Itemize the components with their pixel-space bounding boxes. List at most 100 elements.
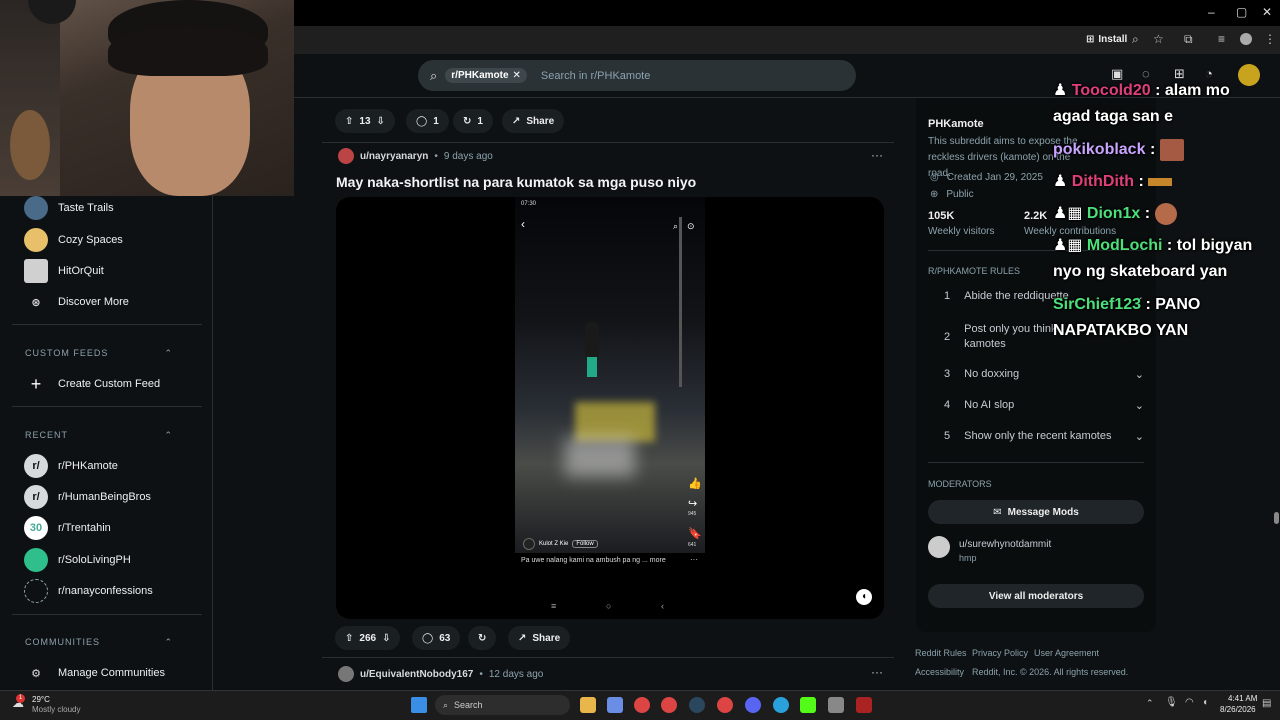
steam-icon[interactable] — [689, 697, 705, 713]
notifications-icon[interactable]: ▤ — [1262, 698, 1271, 709]
install-button[interactable]: ⊞ Install — [1080, 30, 1133, 48]
chrome-icon[interactable] — [634, 697, 650, 713]
search-bar[interactable]: ⌕ r/PHKamote ✕ Search in r/PHKamote — [418, 60, 856, 91]
vote-bar[interactable]: ⇧ 13 ⇩ — [335, 109, 395, 133]
weather-temp[interactable]: 29°C — [32, 695, 50, 704]
channel-avatar[interactable] — [523, 538, 535, 550]
maximize-button[interactable]: ▢ — [1236, 5, 1247, 19]
view-all-moderators-button[interactable]: View all moderators — [928, 584, 1144, 608]
microphone-icon[interactable]: 🎙 — [1165, 697, 1178, 708]
back-arrow-icon[interactable]: ‹ — [521, 217, 525, 231]
message-mods-button[interactable]: ✉ Message Mods — [928, 500, 1144, 524]
dota-icon[interactable] — [856, 697, 872, 713]
comments-button[interactable]: ◯ 63 — [412, 626, 461, 650]
telegram-icon[interactable] — [773, 697, 789, 713]
scrollbar-thumb[interactable] — [1274, 512, 1279, 524]
caption-more-icon[interactable]: ··· — [690, 555, 698, 564]
post-options-icon[interactable]: ··· — [871, 148, 883, 162]
author-avatar[interactable] — [338, 666, 354, 682]
user-avatar[interactable] — [1238, 64, 1260, 86]
author-link[interactable]: u/EquivalentNobody167 — [360, 669, 473, 680]
sidebar-item-hitorquit[interactable]: HitOrQuit — [24, 259, 104, 283]
save-icon[interactable]: 🔖 — [688, 527, 702, 540]
moderator-name[interactable]: u/surewhynotdammit — [959, 539, 1051, 550]
sidebar-item-sololivingph[interactable]: r/SoloLivingPH — [24, 548, 131, 572]
browser-menu-icon[interactable]: ⋮ — [1264, 32, 1276, 46]
windows-start-icon[interactable] — [411, 697, 427, 713]
rule-item[interactable]: 3 No doxxing ⌄ — [944, 368, 1144, 381]
profile-avatar[interactable] — [1240, 33, 1252, 45]
weather-desc[interactable]: Mostly cloudy — [32, 705, 80, 714]
bookmark-star-icon[interactable]: ☆ — [1153, 32, 1164, 46]
sidebar-item-phkamote[interactable]: r/ r/PHKamote — [24, 454, 118, 478]
chrome-icon[interactable] — [661, 697, 677, 713]
chat-message: ♟ DithDith : — [1053, 169, 1173, 195]
post-title[interactable]: May naka-shortlist na para kumatok sa mg… — [336, 174, 696, 190]
minimize-button[interactable]: – — [1208, 5, 1215, 19]
rule-item[interactable]: 5 Show only the recent kamotes ⌄ — [944, 430, 1144, 443]
search-input[interactable]: Search in r/PHKamote — [541, 70, 650, 82]
recent-header[interactable]: RECENT ⌃ — [25, 430, 173, 441]
sidebar-item-discover-more[interactable]: ⊛ Discover More — [24, 290, 129, 314]
kick-icon[interactable] — [800, 697, 816, 713]
accessibility-link[interactable]: Accessibility — [915, 667, 964, 677]
search-icon[interactable]: ⌕ — [673, 221, 678, 232]
tray-chevron-icon[interactable]: ⌃ — [1146, 698, 1154, 709]
custom-feeds-header[interactable]: CUSTOM FEEDS ⌃ — [25, 348, 173, 359]
comment-icon: ◯ — [416, 115, 428, 127]
user-agreement-link[interactable]: User Agreement — [1034, 648, 1099, 658]
comments-button[interactable]: ◯ 1 — [406, 109, 449, 133]
clock-date[interactable]: 8/26/2026 — [1220, 705, 1256, 714]
extensions-icon[interactable]: ⧉ — [1184, 32, 1193, 47]
communities-header[interactable]: COMMUNITIES ⌃ — [25, 637, 173, 648]
create-custom-feed-button[interactable]: + Create Custom Feed — [24, 372, 160, 396]
rule-item[interactable]: 4 No AI slop ⌄ — [944, 399, 1144, 412]
author-avatar[interactable] — [338, 148, 354, 164]
upvote-icon[interactable]: ⇧ — [345, 116, 353, 127]
discord-icon[interactable] — [745, 697, 761, 713]
zoom-icon[interactable]: ⌕ — [1132, 32, 1139, 47]
video-player[interactable]: 07:30 ‹ ⌕ ⊙ 👍 ↪ 945 🔖 641 Kulot Z Kie Fo… — [336, 197, 884, 619]
clock-time[interactable]: 4:41 AM — [1228, 694, 1257, 703]
more-icon[interactable]: ⊙ — [687, 221, 695, 232]
share-button[interactable]: ↗ Share — [508, 626, 571, 650]
volume-icon[interactable]: ◖ — [1202, 697, 1208, 708]
taskbar-search[interactable]: ⌕ Search — [435, 695, 570, 715]
sidebar-item-humanbeingbros[interactable]: r/ r/HumanBeingBros — [24, 485, 151, 509]
crosspost-button[interactable]: ↻ — [468, 626, 497, 650]
community-filter-chip[interactable]: r/PHKamote ✕ — [445, 68, 527, 83]
manage-communities-button[interactable]: ⚙ Manage Communities — [24, 661, 165, 685]
vote-bar[interactable]: ⇧ 266 ⇩ — [335, 626, 401, 650]
copilot-icon[interactable] — [607, 697, 623, 713]
moderator-avatar[interactable] — [928, 536, 950, 558]
privacy-policy-link[interactable]: Privacy Policy — [972, 648, 1028, 658]
downvote-icon[interactable]: ⇩ — [377, 116, 385, 127]
post-options-icon[interactable]: ··· — [871, 665, 883, 679]
chevron-up-icon: ⌃ — [164, 637, 173, 647]
media-control-icon[interactable]: ≡ — [1218, 32, 1225, 46]
app-icon[interactable] — [828, 697, 844, 713]
sidebar-item-trentahin[interactable]: 30 r/Trentahin — [24, 516, 111, 540]
clear-chip-icon[interactable]: ✕ — [513, 70, 521, 81]
community-avatar: r/ — [24, 454, 48, 478]
post-age: 12 days ago — [488, 668, 544, 680]
wifi-icon[interactable]: ◠ — [1185, 697, 1194, 708]
divider — [322, 142, 894, 143]
file-explorer-icon[interactable] — [580, 697, 596, 713]
comment-icon: ◯ — [422, 632, 434, 644]
reddit-rules-link[interactable]: Reddit Rules — [915, 648, 967, 658]
close-button[interactable]: ✕ — [1262, 5, 1272, 19]
sidebar-item-nanayconfessions[interactable]: r/nanayconfessions — [24, 579, 153, 603]
author-link[interactable]: u/nayryanaryn — [360, 151, 428, 162]
upvote-icon[interactable]: ⇧ — [345, 633, 353, 644]
like-icon[interactable]: 👍 — [688, 477, 702, 490]
share-icon[interactable]: ↪ — [688, 497, 697, 510]
sidebar-item-cozy-spaces[interactable]: Cozy Spaces — [24, 228, 123, 252]
crosspost-button[interactable]: ↻ 1 — [453, 109, 493, 133]
share-button[interactable]: ↗ Share — [502, 109, 565, 133]
volume-icon[interactable]: ◖ — [856, 589, 872, 605]
chat-badge-icon: ♟ — [1053, 173, 1068, 190]
downvote-icon[interactable]: ⇩ — [382, 633, 390, 644]
sidebar-item-taste-trails[interactable]: Taste Trails — [24, 196, 114, 220]
chrome-icon[interactable] — [717, 697, 733, 713]
